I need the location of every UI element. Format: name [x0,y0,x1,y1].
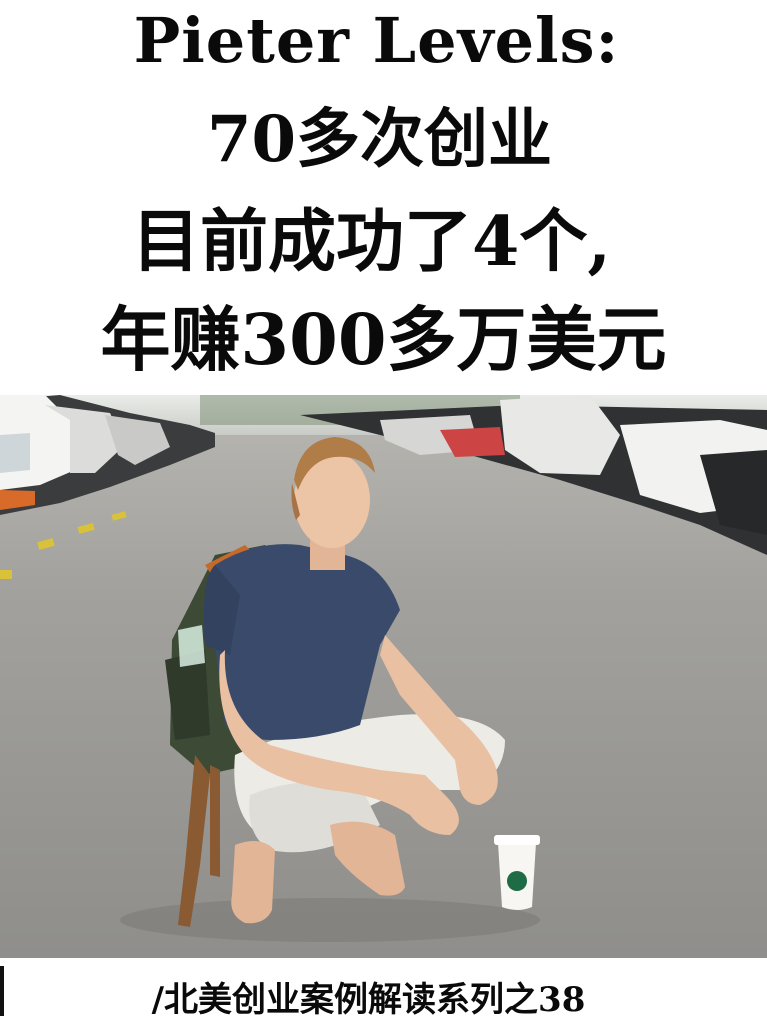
hero-photo-illustration [0,395,767,958]
headline-line-2: 70多次创业 [206,102,553,177]
headline-line-1: Pieter Levels: [133,4,620,77]
headline: Pieter Levels: 70多次创业 目前成功了4个, 年赚300多万美元 [0,0,767,395]
headline-line-4: 年赚300多万美元 [100,298,667,381]
series-label: /北美创业案例解读系列之38 [151,980,586,1020]
headline-line-3: 目前成功了4个, [132,202,611,282]
footer: /北美创业案例解读系列之38 [0,958,767,1024]
hero-photo [0,395,767,958]
